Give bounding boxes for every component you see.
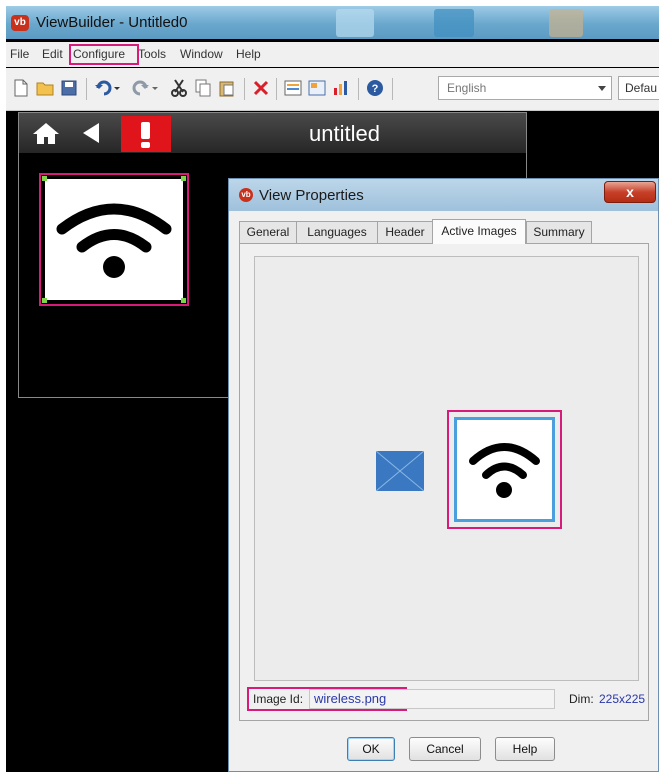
tab-languages[interactable]: Languages [296, 221, 378, 243]
menu-file[interactable]: File [10, 47, 29, 61]
toolbar-separator [276, 78, 277, 100]
active-image-thumbnail[interactable] [454, 417, 555, 522]
desktop-deco [549, 9, 583, 37]
device-header: untitled [19, 113, 526, 153]
menu-tools[interactable]: Tools [138, 47, 166, 61]
toolbar-separator [358, 78, 359, 100]
resize-handle[interactable] [181, 176, 186, 181]
chart-icon[interactable] [332, 79, 350, 97]
redo-icon[interactable] [132, 79, 160, 97]
undo-icon[interactable] [94, 79, 122, 97]
back-arrow-icon[interactable] [75, 117, 109, 149]
desktop-deco [434, 9, 474, 37]
open-folder-icon[interactable] [36, 79, 54, 97]
menu-window[interactable]: Window [180, 47, 223, 61]
wifi-tile[interactable] [45, 179, 183, 300]
inactive-image-placeholder-icon[interactable] [376, 451, 424, 491]
language-select[interactable]: English [438, 76, 612, 100]
properties-icon[interactable] [284, 79, 302, 97]
save-icon[interactable] [60, 79, 78, 97]
alert-icon-bar [141, 122, 150, 139]
resize-handle[interactable] [181, 298, 186, 303]
svg-text:?: ? [372, 83, 379, 95]
toolbar-separator [86, 78, 87, 100]
delete-icon[interactable] [252, 79, 270, 97]
active-images-panel [239, 243, 649, 721]
edit-view-icon[interactable] [308, 79, 326, 97]
tab-general[interactable]: General [239, 221, 297, 243]
dim-value: 225x225 [599, 692, 646, 706]
chevron-down-icon [598, 86, 606, 91]
default-select[interactable]: Defau [618, 76, 659, 100]
image-id-row: Image Id: wireless.png Dim: 225x225 [247, 687, 647, 711]
image-id-label: Image Id: [253, 692, 304, 706]
active-image-highlight-frame [447, 410, 562, 529]
window-title: ViewBuilder - Untitled0 [36, 14, 188, 31]
dialog-titlebar: vb View Properties x [229, 179, 658, 211]
toolbar-separator [392, 78, 393, 100]
window-titlebar: vb ViewBuilder - Untitled0 [6, 6, 659, 39]
help-button[interactable]: Help [495, 737, 555, 761]
app-logo-icon: vb [11, 15, 29, 31]
new-file-icon[interactable] [12, 79, 30, 97]
resize-handle[interactable] [42, 298, 47, 303]
cut-icon[interactable] [170, 79, 188, 97]
image-canvas [254, 256, 639, 681]
tab-header[interactable]: Header [377, 221, 433, 243]
toolbar: ? English Defau [6, 68, 659, 111]
tab-summary[interactable]: Summary [526, 221, 592, 243]
default-select-value: Defau [625, 81, 658, 95]
copy-icon[interactable] [194, 79, 212, 97]
image-id-field[interactable]: wireless.png [309, 689, 555, 709]
ok-button[interactable]: OK [347, 737, 395, 761]
home-icon[interactable] [29, 117, 63, 149]
resize-handle[interactable] [42, 176, 47, 181]
view-properties-dialog: vb View Properties x General Languages H… [228, 178, 659, 772]
dim-label: Dim: [569, 692, 594, 706]
wifi-icon [469, 443, 540, 498]
language-select-value: English [447, 81, 487, 95]
device-title: untitled [309, 121, 380, 146]
cancel-button[interactable]: Cancel [409, 737, 481, 761]
help-icon[interactable]: ? [366, 79, 384, 97]
alert-icon[interactable] [121, 116, 171, 152]
menu-help[interactable]: Help [236, 47, 261, 61]
tab-active-images[interactable]: Active Images [432, 219, 526, 244]
viewbuilder-window: vb ViewBuilder - Untitled0 File Edit Con… [6, 6, 659, 772]
toolbar-separator [244, 78, 245, 100]
wifi-icon [56, 203, 172, 278]
configure-highlight-frame [69, 44, 139, 65]
dialog-title: View Properties [259, 187, 364, 204]
desktop-deco [336, 9, 374, 37]
close-button[interactable]: x [604, 181, 656, 203]
dialog-logo-icon: vb [239, 188, 253, 202]
alert-icon-dot [141, 142, 150, 148]
paste-icon[interactable] [218, 79, 236, 97]
wifi-tile-selection[interactable] [39, 173, 189, 306]
menu-edit[interactable]: Edit [42, 47, 63, 61]
